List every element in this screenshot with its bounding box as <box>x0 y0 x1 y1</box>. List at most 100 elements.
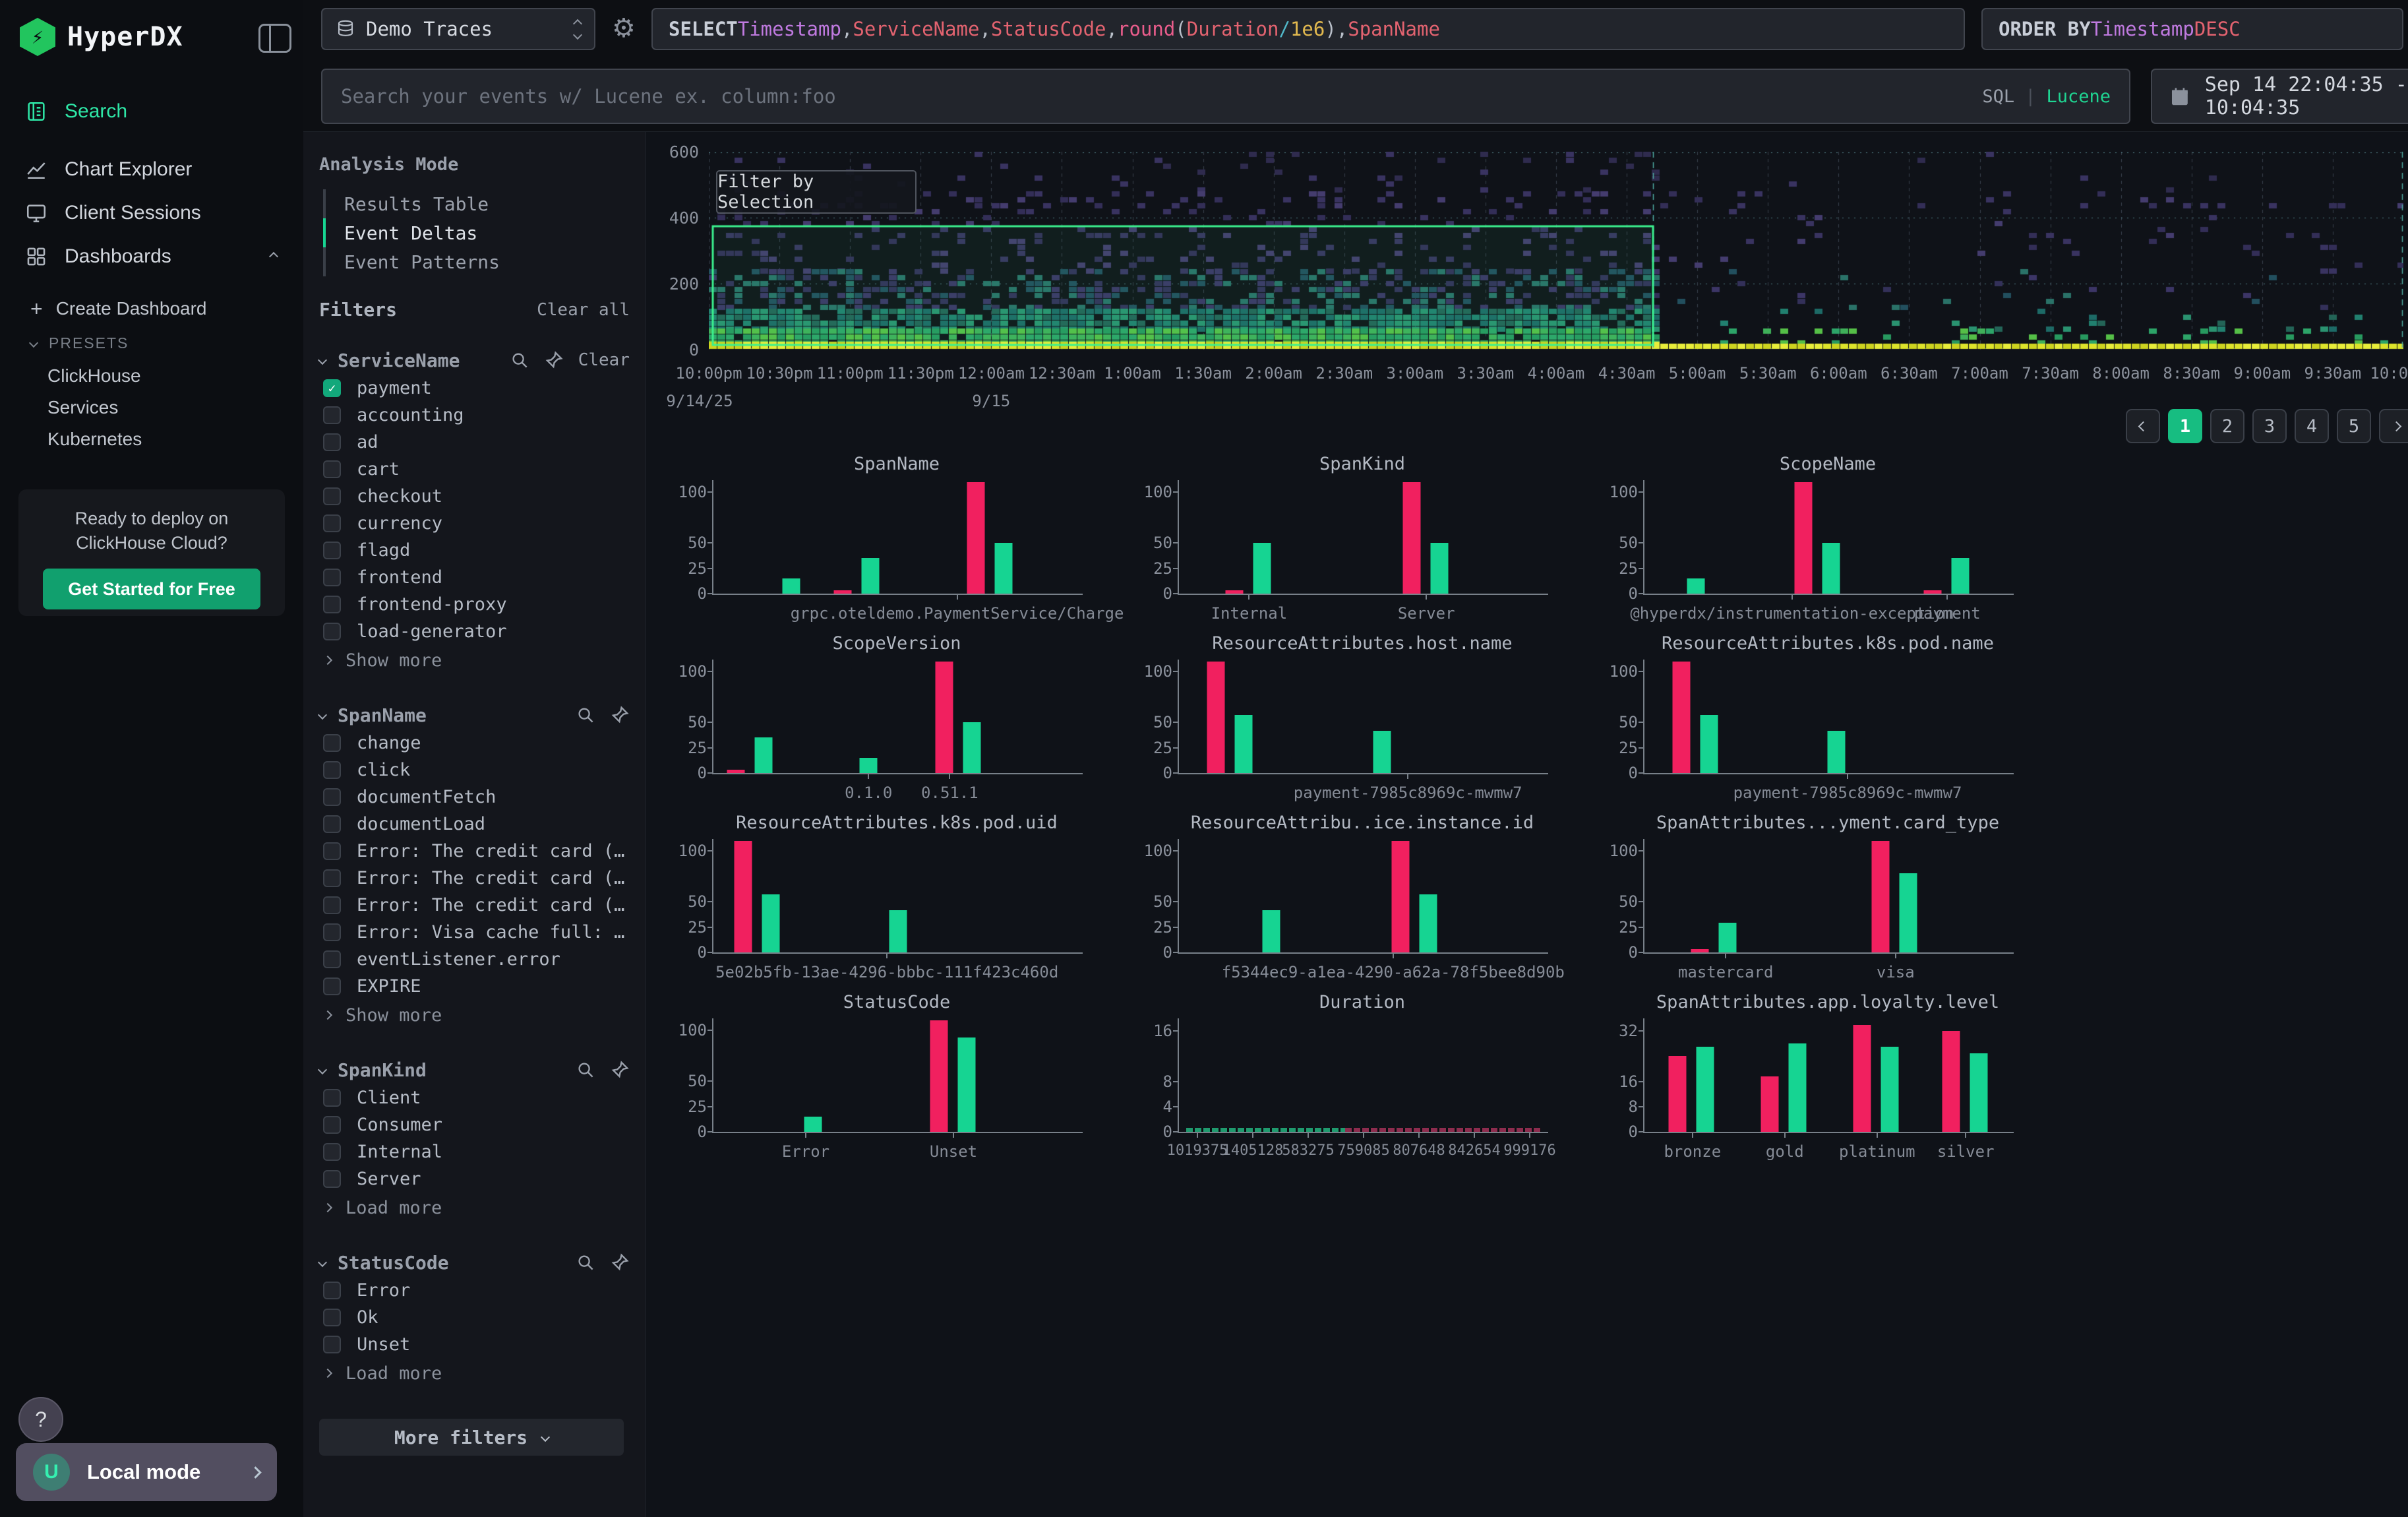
bar-red[interactable] <box>1942 1031 1960 1132</box>
checkbox-unchecked[interactable] <box>323 842 341 860</box>
checkbox-unchecked[interactable] <box>323 1309 341 1326</box>
filter-option[interactable]: checkout <box>319 483 630 510</box>
filter-option[interactable]: cart <box>319 456 630 483</box>
clear-group-button[interactable]: Clear <box>578 350 630 370</box>
bar-red[interactable] <box>1853 1025 1871 1132</box>
filter-option[interactable]: ad <box>319 429 630 456</box>
filter-option[interactable]: eventListener.error <box>319 946 630 973</box>
bar-green[interactable] <box>1951 558 1969 594</box>
filter-group-header-SpanKind[interactable]: SpanKind <box>319 1055 630 1084</box>
create-dashboard-button[interactable]: + Create Dashboard <box>0 293 303 325</box>
checkbox-unchecked[interactable] <box>323 734 341 752</box>
filter-group-footer[interactable]: Show more <box>319 1000 630 1030</box>
search-icon[interactable] <box>510 350 529 370</box>
bar-green[interactable] <box>1881 1047 1899 1132</box>
page-button-3[interactable]: 3 <box>2252 409 2287 443</box>
collapse-sidebar-icon[interactable] <box>258 24 291 53</box>
pin-icon[interactable] <box>610 1253 630 1272</box>
bar-red[interactable] <box>967 482 984 594</box>
bar-red[interactable] <box>834 590 852 594</box>
sidebar-item-client-sessions[interactable]: Client Sessions <box>0 194 303 232</box>
checkbox-unchecked[interactable] <box>323 950 341 968</box>
filter-option[interactable]: documentFetch <box>319 784 630 811</box>
bar-red[interactable] <box>734 841 752 952</box>
checkbox-checked[interactable]: ✓ <box>323 379 341 397</box>
prev-page-button[interactable] <box>2126 409 2160 443</box>
bar-green[interactable] <box>1719 923 1737 952</box>
filter-group-header-SpanName[interactable]: SpanName <box>319 700 630 729</box>
filter-option[interactable]: click <box>319 757 630 784</box>
sql-toggle[interactable]: SQL <box>1982 86 2014 107</box>
checkbox-unchecked[interactable] <box>323 896 341 914</box>
bar-green[interactable] <box>1822 543 1840 594</box>
checkbox-unchecked[interactable] <box>323 406 341 424</box>
checkbox-unchecked[interactable] <box>323 569 341 586</box>
page-button-1[interactable]: 1 <box>2168 409 2202 443</box>
bar-green[interactable] <box>860 758 878 773</box>
bar-green[interactable] <box>1420 894 1437 952</box>
checkbox-unchecked[interactable] <box>323 460 341 478</box>
presets-toggle[interactable]: PRESETS <box>0 327 303 359</box>
checkbox-unchecked[interactable] <box>323 1116 341 1134</box>
filter-option[interactable]: Server <box>319 1165 630 1192</box>
filter-group-header-StatusCode[interactable]: StatusCode <box>319 1248 630 1277</box>
lucene-toggle[interactable]: Lucene <box>2046 86 2111 107</box>
bar-green[interactable] <box>762 894 779 952</box>
clear-all-button[interactable]: Clear all <box>537 300 630 320</box>
bar-green[interactable] <box>963 722 981 773</box>
checkbox-unchecked[interactable] <box>323 1089 341 1107</box>
filter-option[interactable]: Error: The credit card (… <box>319 892 630 919</box>
bar-red[interactable] <box>1392 841 1410 952</box>
bar-red[interactable] <box>1923 590 1941 594</box>
pin-icon[interactable] <box>610 1060 630 1080</box>
bar-green[interactable] <box>1697 1047 1714 1132</box>
filter-option[interactable]: EXPIRE <box>319 973 630 1000</box>
filter-option[interactable]: Error: The credit card (… <box>319 865 630 892</box>
checkbox-unchecked[interactable] <box>323 761 341 779</box>
more-filters-button[interactable]: More filters <box>319 1419 624 1456</box>
bar-green[interactable] <box>889 910 907 953</box>
bar-green[interactable] <box>862 558 880 594</box>
page-button-4[interactable]: 4 <box>2295 409 2329 443</box>
filter-option[interactable]: frontend-proxy <box>319 591 630 618</box>
checkbox-unchecked[interactable] <box>323 623 341 640</box>
local-mode-menu[interactable]: U Local mode <box>16 1443 277 1501</box>
next-page-button[interactable] <box>2379 409 2408 443</box>
sidebar-item-kubernetes[interactable]: Kubernetes <box>0 423 303 455</box>
select-query[interactable]: SELECT Timestamp, ServiceName, StatusCod… <box>651 8 1965 50</box>
checkbox-unchecked[interactable] <box>323 869 341 887</box>
bar-red[interactable] <box>727 770 744 773</box>
filter-option[interactable]: Error: The credit card (… <box>319 838 630 865</box>
filter-option[interactable]: Internal <box>319 1138 630 1165</box>
checkbox-unchecked[interactable] <box>323 1143 341 1161</box>
date-range-picker[interactable]: Sep 14 22:04:35 - Sep 15 10:04:35 <box>2151 69 2408 124</box>
filter-option[interactable]: flagd <box>319 537 630 564</box>
sidebar-item-services[interactable]: Services <box>0 392 303 423</box>
checkbox-unchecked[interactable] <box>323 1336 341 1353</box>
bar-green[interactable] <box>1373 731 1391 774</box>
filter-option[interactable]: accounting <box>319 402 630 429</box>
bar-green[interactable] <box>804 1117 822 1132</box>
bar-red[interactable] <box>1794 482 1812 594</box>
filter-option[interactable]: Client <box>319 1084 630 1111</box>
source-select[interactable]: Demo Traces <box>321 8 595 50</box>
filter-option[interactable]: documentLoad <box>319 811 630 838</box>
sidebar-item-clickhouse[interactable]: ClickHouse <box>0 360 303 392</box>
checkbox-unchecked[interactable] <box>323 977 341 995</box>
bar-red[interactable] <box>1207 662 1225 773</box>
bar-green[interactable] <box>1701 715 1718 773</box>
bar-green[interactable] <box>1253 543 1271 594</box>
order-by-query[interactable]: ORDER BY Timestamp DESC <box>1981 8 2403 50</box>
checkbox-unchecked[interactable] <box>323 433 341 451</box>
bar-green[interactable] <box>1789 1043 1807 1132</box>
filter-option[interactable]: Consumer <box>319 1111 630 1138</box>
gear-icon[interactable]: ⚙ <box>612 13 636 44</box>
search-icon[interactable] <box>576 705 595 725</box>
bar-red[interactable] <box>1872 841 1890 952</box>
checkbox-unchecked[interactable] <box>323 542 341 559</box>
pin-icon[interactable] <box>610 705 630 725</box>
filter-group-footer[interactable]: Show more <box>319 645 630 675</box>
bar-red[interactable] <box>1673 662 1691 773</box>
bar-green[interactable] <box>782 578 800 594</box>
help-button[interactable]: ? <box>18 1397 63 1442</box>
